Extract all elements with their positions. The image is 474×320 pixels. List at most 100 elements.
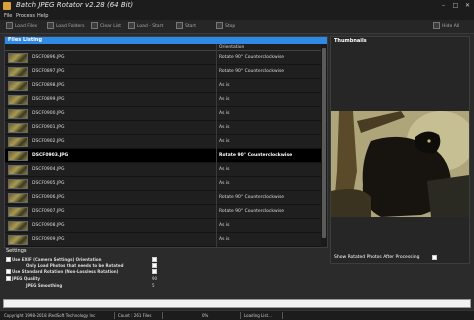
load-folders-button[interactable]: Load Folders (47, 22, 84, 32)
file-name: DSCF0903.JPG (32, 153, 69, 158)
file-thumbnail (8, 193, 28, 203)
file-thumbnail (8, 165, 28, 175)
clear-list-button[interactable]: Clear List (91, 22, 121, 32)
loading-status-text: Loading List... (244, 313, 272, 318)
maximize-icon[interactable]: □ (452, 2, 459, 9)
stop-button[interactable]: Stop (216, 22, 235, 32)
exif-orientation-value-checkbox[interactable] (152, 257, 157, 262)
file-icon (6, 22, 13, 29)
window-title: Batch JPEG Rotator v2.28 (64 Bit) (16, 1, 134, 9)
status-divider (162, 312, 163, 319)
vertical-scrollbar[interactable] (321, 44, 327, 247)
table-row[interactable]: DSCF0896.JPG Rotate 90° Counterclockwise (5, 51, 321, 65)
file-orientation: Rotate 90° Counterclockwise (219, 69, 285, 74)
file-thumbnail (8, 207, 28, 217)
folder-icon (47, 22, 54, 29)
file-name: DSCF0908.JPG (32, 223, 65, 228)
exif-orientation-label: Use EXIF (Camera Settings) Orientation (12, 257, 102, 262)
table-row[interactable]: DSCF0900.JPG As is (5, 107, 321, 121)
file-name: DSCF0902.JPG (32, 139, 65, 144)
title-bar: Batch JPEG Rotator v2.28 (64 Bit) – □ ✕ (0, 0, 474, 12)
file-orientation: Rotate 90° Counterclockwise (219, 209, 285, 214)
file-thumbnail (8, 221, 28, 231)
menu-help[interactable]: Help (37, 13, 48, 19)
file-name: DSCF0906.JPG (32, 195, 65, 200)
file-orientation: As is (219, 83, 230, 88)
load-files-label: Load Files (15, 24, 38, 29)
standard-rotation-row: Use Standard Rotation (Non-Lossless Rota… (4, 269, 164, 275)
file-thumbnail (8, 53, 28, 63)
only-load-checkbox[interactable] (152, 263, 157, 268)
preview-photo (331, 111, 469, 217)
start-label: Start (185, 24, 196, 29)
table-row[interactable]: DSCF0897.JPG Rotate 90° Counterclockwise (5, 65, 321, 79)
show-rotated-checkbox[interactable] (432, 255, 437, 260)
standard-rotation-label: Use Standard Rotation (Non-Lossless Rota… (12, 269, 119, 274)
stop-label: Stop (225, 24, 236, 29)
exif-orientation-checkbox[interactable] (6, 257, 11, 262)
file-name: DSCF0904.JPG (32, 167, 65, 172)
file-orientation: As is (219, 223, 230, 228)
file-name: DSCF0897.JPG (32, 69, 65, 74)
file-name: DSCF0901.JPG (32, 125, 65, 130)
table-row[interactable]: DSCF0907.JPG Rotate 90° Counterclockwise (5, 205, 321, 219)
close-icon[interactable]: ✕ (464, 2, 471, 9)
table-row[interactable]: DSCF0901.JPG As is (5, 121, 321, 135)
file-orientation: As is (219, 97, 230, 102)
clear-list-label: Clear List (100, 24, 122, 29)
table-row[interactable]: DSCF0899.JPG As is (5, 93, 321, 107)
table-row[interactable]: DSCF0902.JPG As is (5, 135, 321, 149)
file-name: DSCF0907.JPG (32, 209, 65, 214)
play-icon (176, 22, 183, 29)
table-row[interactable]: DSCF0905.JPG As is (5, 177, 321, 191)
jpeg-quality-row: JPEG Quality 90 (4, 276, 164, 282)
file-thumbnail (8, 151, 28, 161)
menu-file[interactable]: File (4, 13, 12, 19)
orientation-column-header[interactable]: Orientation (219, 45, 244, 50)
file-name: DSCF0899.JPG (32, 97, 65, 102)
toolbar: Load Files Load Folders Clear List Load … (0, 20, 474, 34)
hide-all-button[interactable]: Hide All (433, 22, 459, 32)
status-divider (114, 312, 115, 319)
table-row[interactable]: DSCF0904.JPG As is (5, 163, 321, 177)
clear-icon (91, 22, 98, 29)
file-orientation: Rotate 90° Counterclockwise (219, 195, 285, 200)
table-row[interactable]: DSCF0908.JPG As is (5, 219, 321, 233)
standard-rotation-checkbox[interactable] (152, 269, 157, 274)
table-row[interactable]: DSCF0898.JPG As is (5, 79, 321, 93)
file-orientation: As is (219, 181, 230, 186)
jpeg-quality-value[interactable]: 90 (152, 276, 157, 281)
jpeg-quality-label: JPEG Quality (12, 276, 41, 281)
hide-icon (433, 22, 440, 29)
table-row-selected[interactable]: DSCF0903.JPG Rotate 90° Counterclockwise (5, 149, 321, 163)
file-thumbnail (8, 67, 28, 77)
thumbnails-panel: Thumbnails Show Rotated Photos After Pro… (330, 36, 470, 264)
stop-icon (216, 22, 223, 29)
file-thumbnail (8, 109, 28, 119)
file-name: DSCF0909.JPG (32, 237, 65, 242)
thumbnails-title: Thumbnails (334, 38, 367, 44)
file-thumbnail (8, 81, 28, 91)
load-start-icon (128, 22, 135, 29)
menu-process[interactable]: Process (16, 13, 35, 19)
column-divider (216, 44, 217, 247)
file-orientation: As is (219, 237, 230, 242)
table-row[interactable]: DSCF0906.JPG Rotate 90° Counterclockwise (5, 191, 321, 205)
minimize-icon[interactable]: – (440, 2, 447, 9)
copyright-text: Copyright 1998-2018 iRedSoft Technology … (4, 313, 96, 318)
start-button[interactable]: Start (176, 22, 196, 32)
only-load-label: Only Load Photos that needs to be Rotate… (26, 263, 124, 268)
standard-rotation-bullet-checkbox[interactable] (6, 269, 11, 274)
jpeg-smoothing-value[interactable]: 5 (152, 283, 155, 288)
file-orientation: As is (219, 125, 230, 130)
files-listing-header: Files Listing (5, 37, 327, 44)
file-thumbnail (8, 95, 28, 105)
load-start-button[interactable]: Load - Start (128, 22, 163, 32)
load-folders-label: Load Folders (56, 24, 85, 29)
file-orientation: Rotate 90° Counterclockwise (219, 55, 285, 60)
settings-title: Settings (6, 248, 27, 254)
scrollbar-thumb[interactable] (322, 48, 326, 238)
load-files-button[interactable]: Load Files (6, 22, 37, 32)
jpeg-quality-bullet-checkbox[interactable] (6, 276, 11, 281)
table-row[interactable]: DSCF0909.JPG As is (5, 233, 321, 247)
